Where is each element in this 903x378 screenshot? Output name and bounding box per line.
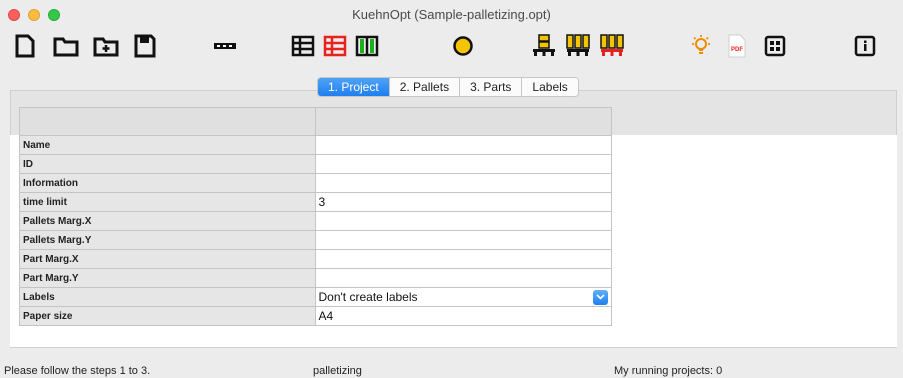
stack-yellow-icon[interactable] bbox=[530, 32, 558, 60]
row-label: ID bbox=[19, 154, 316, 174]
table-icon[interactable] bbox=[290, 32, 316, 60]
id-field[interactable] bbox=[314, 154, 612, 174]
tab-parts[interactable]: 3. Parts bbox=[460, 78, 523, 96]
status-message: Please follow the steps 1 to 3. bbox=[4, 365, 151, 377]
tab-pallets[interactable]: 2. Pallets bbox=[389, 78, 461, 96]
table-row: Information bbox=[19, 173, 612, 193]
labels-select-box[interactable]: Don't create labels bbox=[318, 289, 608, 306]
table-row: Part Marg.X bbox=[19, 249, 612, 269]
new-document-icon[interactable] bbox=[12, 32, 38, 60]
name-field[interactable] bbox=[314, 135, 612, 155]
status-bar: Please follow the steps 1 to 3. palletiz… bbox=[0, 362, 903, 378]
table-row: Name bbox=[19, 135, 612, 155]
part-marg-x-field[interactable] bbox=[314, 249, 612, 269]
info-icon[interactable] bbox=[852, 32, 878, 60]
title-bar: KuehnOpt (Sample-palletizing.opt) bbox=[0, 0, 903, 28]
row-label: Part Marg.X bbox=[19, 249, 316, 269]
table-row: ID bbox=[19, 154, 612, 174]
row-label: Pallets Marg.Y bbox=[19, 230, 316, 250]
pdf-icon-label: PDF bbox=[731, 47, 743, 53]
open-folder-icon[interactable] bbox=[52, 32, 80, 60]
toolbar: PDF bbox=[0, 28, 903, 68]
save-icon[interactable] bbox=[132, 32, 158, 60]
project-properties-table: Name ID Information time limit 3 Pallets… bbox=[19, 107, 612, 326]
labels-select[interactable]: Don't create labels bbox=[314, 287, 612, 307]
tab-labels[interactable]: Labels bbox=[522, 78, 578, 96]
columns-green-icon[interactable] bbox=[354, 32, 380, 60]
table-header-row bbox=[19, 107, 612, 136]
table-row: Pallets Marg.Y bbox=[19, 230, 612, 250]
window-title: KuehnOpt (Sample-palletizing.opt) bbox=[352, 7, 551, 22]
pallet-yellow-icon[interactable] bbox=[564, 32, 592, 60]
labels-select-value: Don't create labels bbox=[318, 290, 418, 304]
dropdown-button[interactable] bbox=[593, 289, 608, 305]
pdf-icon[interactable]: PDF bbox=[724, 32, 750, 60]
row-label: Paper size bbox=[19, 306, 316, 326]
step-tabs: 1. Project 2. Pallets 3. Parts Labels bbox=[317, 77, 579, 97]
circle-yellow-icon[interactable] bbox=[450, 32, 476, 60]
header-cell-value bbox=[314, 107, 612, 136]
information-field[interactable] bbox=[314, 173, 612, 193]
table-row: Labels Don't create labels bbox=[19, 287, 612, 307]
app-window: KuehnOpt (Sample-palletizing.opt) PDF 1.… bbox=[0, 0, 903, 378]
grid-icon[interactable] bbox=[762, 32, 788, 60]
status-running-projects: My running projects: 0 bbox=[614, 365, 723, 377]
row-label: Information bbox=[19, 173, 316, 193]
table-row: Part Marg.Y bbox=[19, 268, 612, 288]
header-cell-label bbox=[19, 107, 316, 136]
table-row: Pallets Marg.X bbox=[19, 211, 612, 231]
pallet-red-icon[interactable] bbox=[598, 32, 626, 60]
separator-icon[interactable] bbox=[212, 32, 238, 60]
row-label: time limit bbox=[19, 192, 316, 212]
row-label: Pallets Marg.X bbox=[19, 211, 316, 231]
part-marg-y-field[interactable] bbox=[314, 268, 612, 288]
table-row: Paper size A4 bbox=[19, 306, 612, 326]
new-folder-icon[interactable] bbox=[92, 32, 120, 60]
lightbulb-icon[interactable] bbox=[688, 32, 714, 60]
status-mode: palletizing bbox=[313, 365, 362, 377]
chevron-down-icon bbox=[596, 294, 605, 300]
row-label: Name bbox=[19, 135, 316, 155]
table-red-icon[interactable] bbox=[322, 32, 348, 60]
row-label: Labels bbox=[19, 287, 316, 307]
paper-size-field[interactable]: A4 bbox=[314, 306, 612, 326]
pallets-marg-y-field[interactable] bbox=[314, 230, 612, 250]
table-row: time limit 3 bbox=[19, 192, 612, 212]
tab-project[interactable]: 1. Project bbox=[318, 78, 390, 96]
time-limit-field[interactable]: 3 bbox=[314, 192, 612, 212]
row-label: Part Marg.Y bbox=[19, 268, 316, 288]
pallets-marg-x-field[interactable] bbox=[314, 211, 612, 231]
